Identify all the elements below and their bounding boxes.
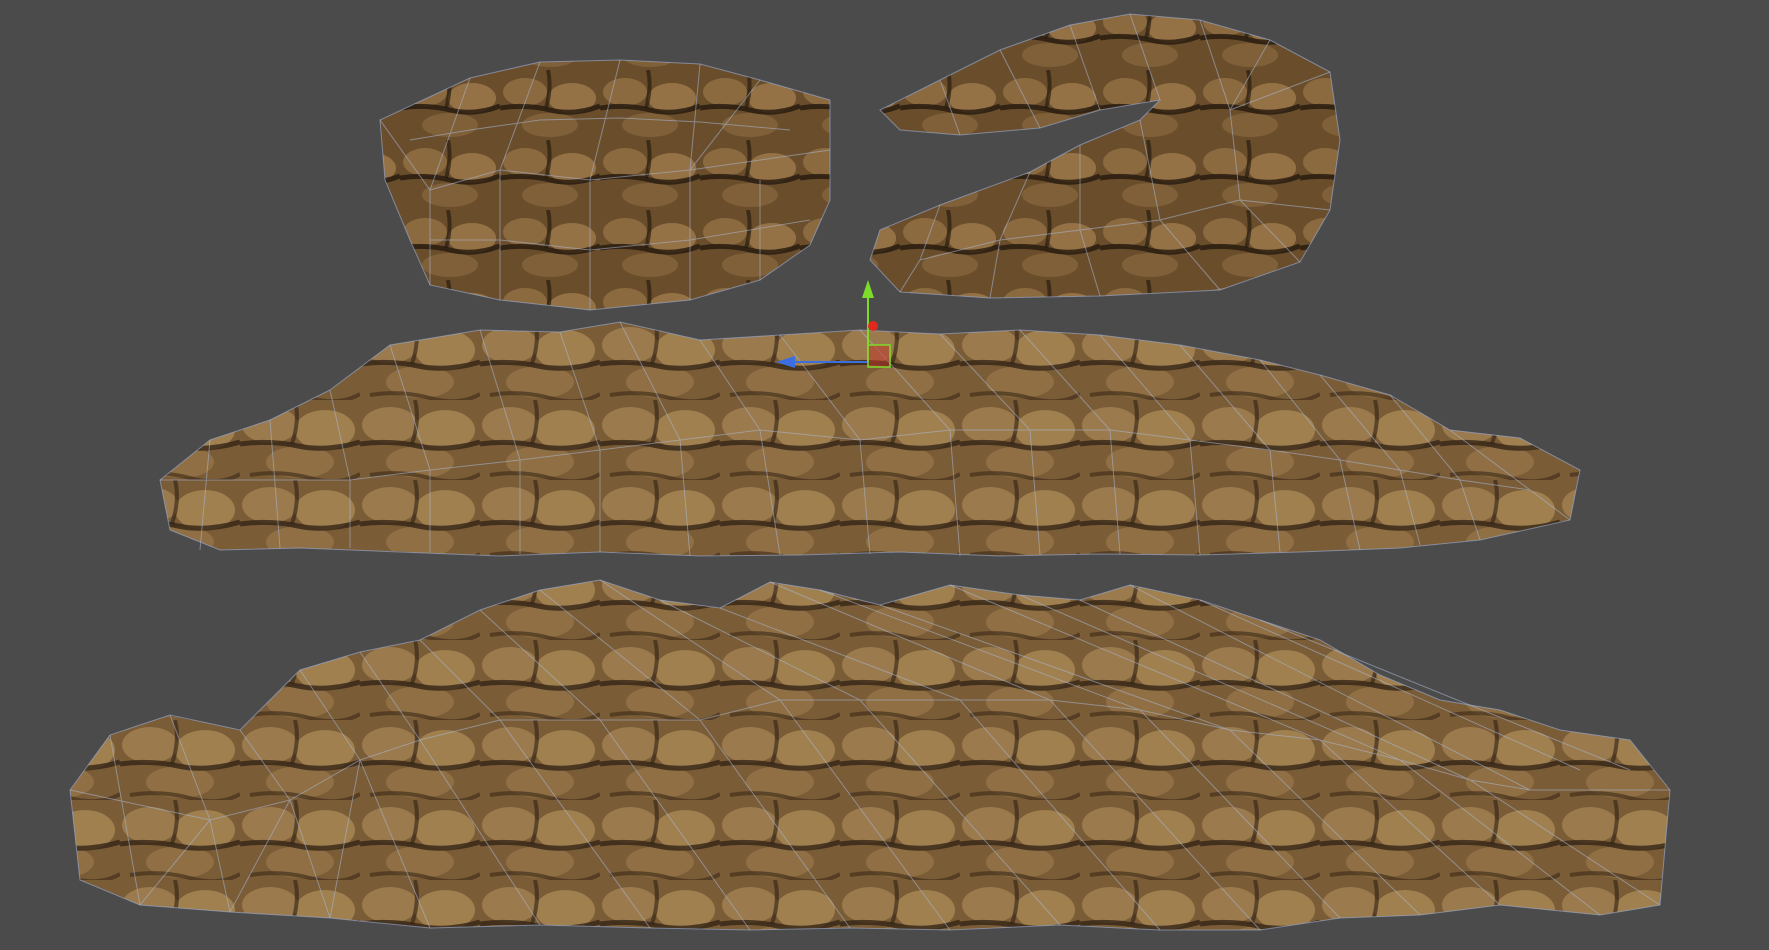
- scene-canvas[interactable]: [0, 0, 1769, 950]
- gizmo-plane-handle[interactable]: [867, 344, 891, 368]
- rock-ring-open-curved[interactable]: [869, 13, 1341, 299]
- gizmo-y-arrow-icon[interactable]: [862, 280, 874, 298]
- gizmo-z-handle-icon[interactable]: [868, 321, 878, 331]
- 3d-viewport[interactable]: [0, 0, 1769, 950]
- rock-wall-large[interactable]: [69, 579, 1671, 931]
- rock-ring-closed[interactable]: [379, 59, 831, 311]
